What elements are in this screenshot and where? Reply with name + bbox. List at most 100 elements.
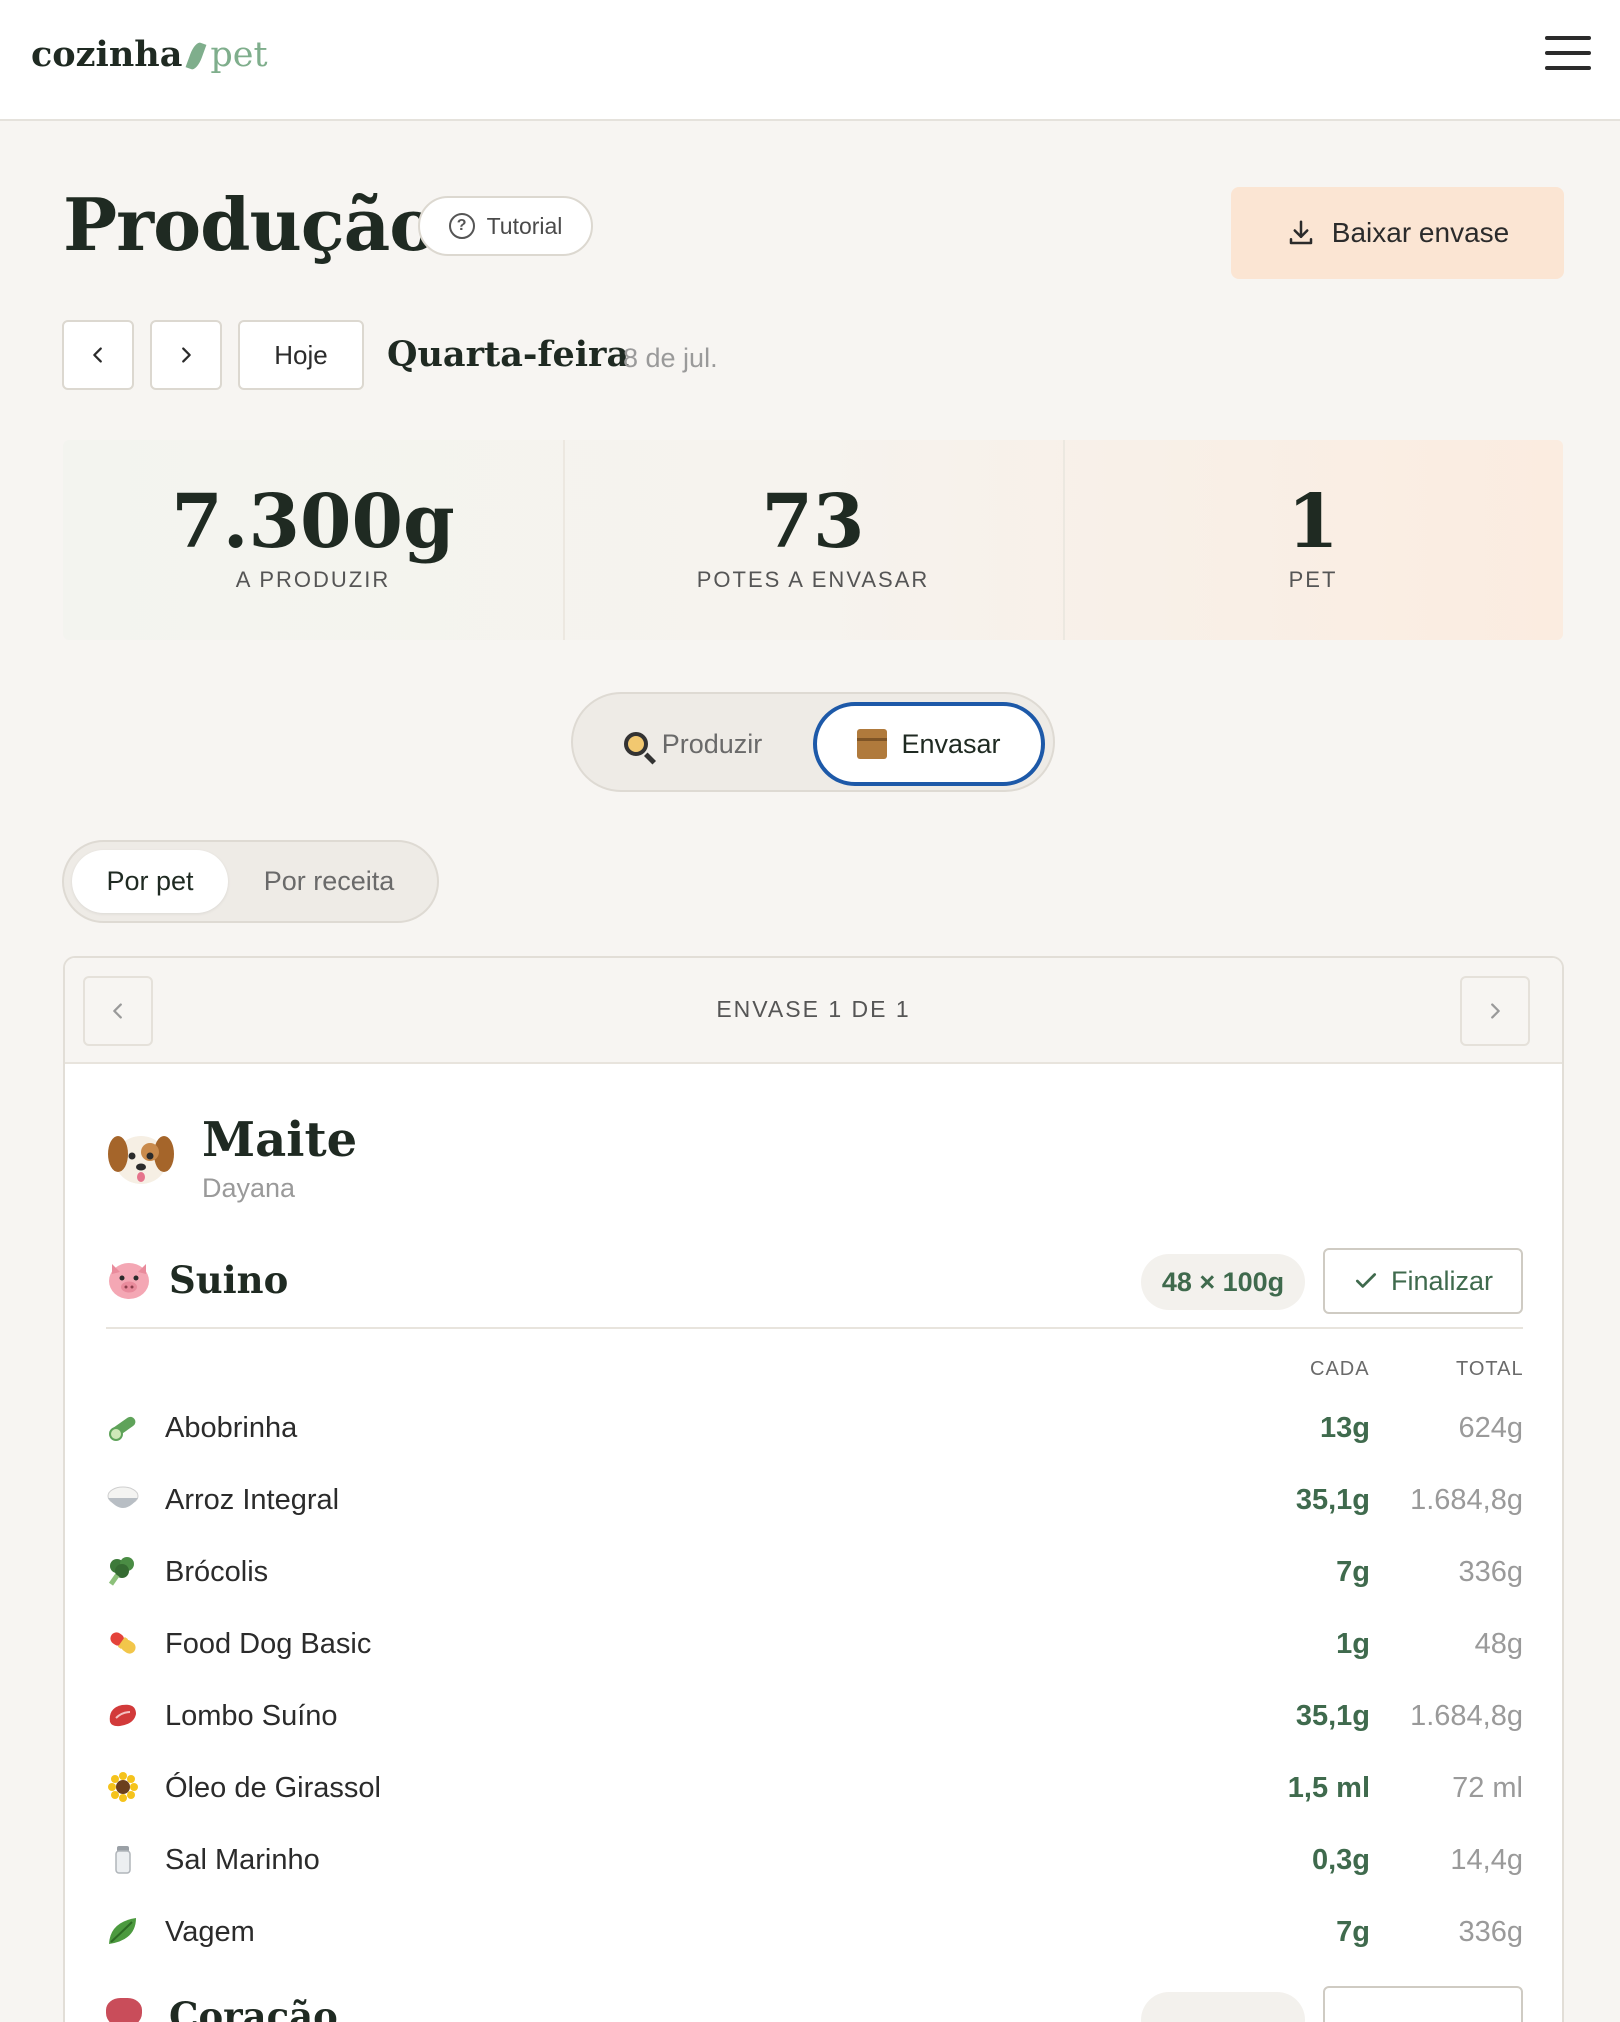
sunflower-icon xyxy=(108,1772,138,1802)
tutorial-label: Tutorial xyxy=(486,212,563,239)
pill-icon xyxy=(110,1632,136,1654)
ingredient-each: 13g xyxy=(1320,1412,1370,1444)
finalize-button[interactable] xyxy=(1323,1986,1523,2022)
stat-value: 7.300g xyxy=(171,479,455,565)
anatomical-heart-icon xyxy=(106,1998,142,2022)
ingredient-each: 1g xyxy=(1336,1628,1370,1660)
leafy-green-icon xyxy=(109,1918,136,1944)
ingredient-row: Brócolis 7g 336g xyxy=(106,1546,1523,1596)
chevron-right-icon xyxy=(1491,1003,1500,1019)
ingredient-each: 7g xyxy=(1336,1916,1370,1948)
ingredient-row: Arroz Integral 35,1g 1.684,8g xyxy=(106,1474,1523,1524)
stats-panel: 7.300g A PRODUZIR 73 POTES A ENVASAR 1 P… xyxy=(63,440,1563,640)
day-date: 8 de jul. xyxy=(623,343,718,373)
pig-face-icon xyxy=(109,1263,149,1299)
ingredient-name: Óleo de Girassol xyxy=(165,1772,381,1804)
download-envase-button[interactable]: Baixar envase xyxy=(1231,187,1564,279)
ingredient-each: 0,3g xyxy=(1311,1844,1370,1876)
envase-counter: ENVASE 1 DE 1 xyxy=(716,996,911,1022)
ingredient-total: 72 ml xyxy=(1452,1772,1523,1804)
magnifying-glass-icon xyxy=(623,732,648,756)
cucumber-icon xyxy=(109,1416,136,1441)
ingredient-each: 35,1g xyxy=(1295,1700,1370,1732)
leaf-icon xyxy=(185,40,207,72)
mode-envasar-tab[interactable]: Envasar xyxy=(813,702,1045,786)
ingredient-name: Vagem xyxy=(165,1916,255,1948)
ingredient-name: Sal Marinho xyxy=(165,1844,320,1876)
top-bar: cozinha pet xyxy=(0,0,1620,121)
rice-bowl-icon xyxy=(107,1486,139,1508)
mode-toggle: Produzir Envasar xyxy=(571,692,1055,792)
column-header-each: CADA xyxy=(1310,1358,1370,1380)
today-button[interactable]: Hoje xyxy=(238,320,364,390)
logo[interactable]: cozinha pet xyxy=(31,34,268,75)
recipe-name: Suino xyxy=(169,1258,289,1302)
ingredient-row: Abobrinha 13g 624g xyxy=(106,1402,1523,1452)
ingredient-total: 1.684,8g xyxy=(1410,1700,1523,1732)
ingredient-row: Sal Marinho 0,3g 14,4g xyxy=(106,1834,1523,1884)
stat-pet: 1 PET xyxy=(1063,440,1563,640)
ingredient-total: 48g xyxy=(1474,1628,1523,1660)
tutorial-button[interactable]: ? Tutorial xyxy=(418,196,593,256)
broccoli-icon xyxy=(108,1557,134,1586)
chevron-right-icon xyxy=(182,347,191,363)
ingredient-total: 1.684,8g xyxy=(1410,1484,1523,1516)
view-toggle: Por pet Por receita xyxy=(62,840,439,923)
view-por-pet-tab[interactable]: Por pet xyxy=(72,850,228,913)
salt-shaker-icon xyxy=(115,1846,131,1874)
stat-potes: 73 POTES A ENVASAR xyxy=(563,440,1063,640)
stat-label: PET xyxy=(1288,567,1338,593)
ingredient-total: 336g xyxy=(1458,1916,1523,1948)
finalize-label: Finalizar xyxy=(1390,1265,1494,1296)
prev-day-button[interactable] xyxy=(62,320,134,390)
stat-label: A PRODUZIR xyxy=(235,567,391,593)
ingredient-each: 35,1g xyxy=(1295,1484,1370,1516)
ingredient-row: Lombo Suíno 35,1g 1.684,8g xyxy=(106,1690,1523,1740)
ingredient-name: Brócolis xyxy=(165,1556,269,1588)
stat-value: 73 xyxy=(761,479,865,565)
ingredient-each: 1,5 ml xyxy=(1287,1772,1370,1804)
envase-card: ENVASE 1 DE 1 Maite Dayana Suino 48 × 10… xyxy=(63,956,1564,2022)
help-circle-icon: ? xyxy=(448,213,475,239)
stat-value: 1 xyxy=(1287,479,1339,565)
stat-label: POTES A ENVASAR xyxy=(696,567,930,593)
portion-badge xyxy=(1141,1992,1305,2022)
mode-produzir-label: Produzir xyxy=(661,728,763,759)
portion-badge: 48 × 100g xyxy=(1141,1254,1305,1310)
stat-a-produzir: 7.300g A PRODUZIR xyxy=(63,440,563,640)
ingredient-row: Vagem 7g 336g xyxy=(106,1906,1523,1956)
next-envase-button[interactable] xyxy=(1460,976,1530,1046)
ingredient-total: 336g xyxy=(1458,1556,1523,1588)
meat-icon xyxy=(109,1704,136,1727)
divider xyxy=(106,1327,1523,1329)
ingredient-row: Óleo de Girassol 1,5 ml 72 ml xyxy=(106,1762,1523,1812)
page-title: Produção xyxy=(63,182,437,267)
pet-name: Maite xyxy=(202,1112,358,1168)
ingredient-name: Food Dog Basic xyxy=(165,1628,372,1660)
download-label: Baixar envase xyxy=(1331,217,1510,248)
checkmark-icon xyxy=(1355,1273,1377,1288)
ingredient-name: Lombo Suíno xyxy=(165,1700,338,1732)
day-name: Quarta-feira xyxy=(387,334,630,375)
card-header: ENVASE 1 DE 1 xyxy=(65,958,1562,1064)
mode-produzir-tab[interactable]: Produzir xyxy=(583,702,803,786)
chevron-left-icon xyxy=(93,347,102,363)
download-icon xyxy=(1289,220,1313,245)
next-day-button[interactable] xyxy=(150,320,222,390)
package-box-icon xyxy=(857,729,888,759)
view-por-receita-tab[interactable]: Por receita xyxy=(234,850,424,913)
logo-text-pet: pet xyxy=(210,35,268,75)
mode-envasar-label: Envasar xyxy=(901,728,1001,759)
ingredient-total: 624g xyxy=(1458,1412,1523,1444)
ingredient-name: Abobrinha xyxy=(165,1412,298,1444)
ingredient-name: Arroz Integral xyxy=(165,1484,340,1516)
finalize-button[interactable]: Finalizar xyxy=(1323,1248,1523,1314)
ingredient-each: 7g xyxy=(1336,1556,1370,1588)
ingredient-row: Food Dog Basic 1g 48g xyxy=(106,1618,1523,1668)
pet-owner: Dayana xyxy=(202,1173,296,1203)
dog-face-icon xyxy=(108,1136,174,1184)
next-recipe-name: Coração xyxy=(169,1994,338,2022)
ingredient-total: 14,4g xyxy=(1450,1844,1523,1876)
column-header-total: TOTAL xyxy=(1456,1358,1524,1380)
hamburger-menu-icon[interactable] xyxy=(1545,36,1591,76)
